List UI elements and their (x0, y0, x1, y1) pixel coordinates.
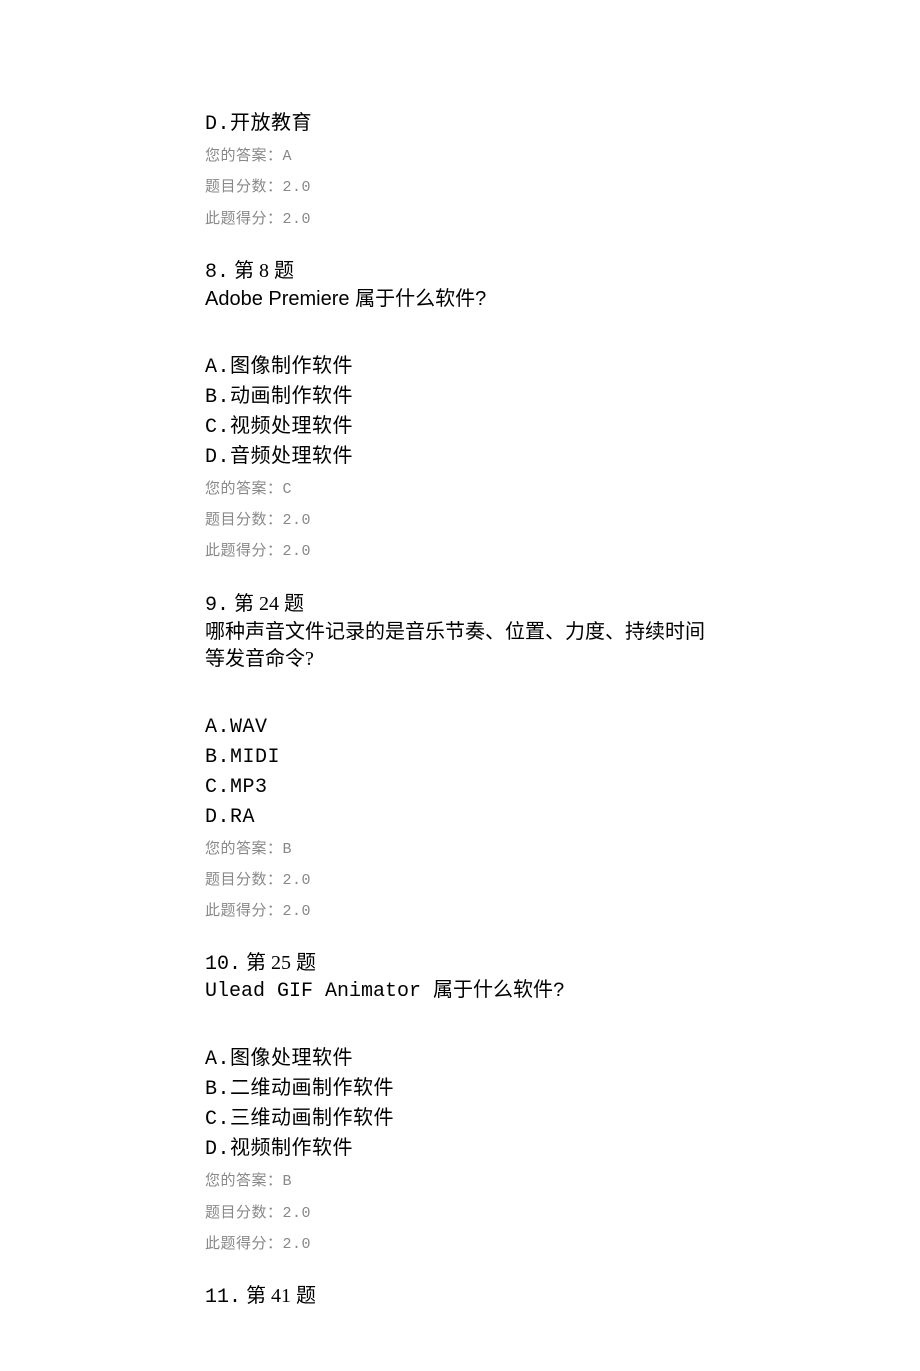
question-number: 9. (205, 594, 229, 617)
answer-label: 您的答案： (205, 148, 283, 164)
earned-score-label: 此题得分： (205, 211, 283, 227)
options-list: A.WAV B.MIDI C.MP3 D.RA (205, 713, 720, 831)
option-label: D. (205, 806, 230, 829)
question-title: 第 8 题 (234, 260, 294, 282)
earned-score-value: 2.0 (283, 543, 312, 560)
question-number: 8. (205, 261, 229, 284)
question-text: 哪种声音文件记录的是音乐节奏、位置、力度、持续时间等发音命令? (205, 619, 720, 673)
answer-value: B (283, 1173, 293, 1190)
earned-score: 此题得分：2.0 (205, 901, 720, 922)
option-text: RA (230, 806, 255, 829)
question-text: Adobe Premiere 属于什么软件? (205, 286, 720, 313)
option-text: 开放教育 (230, 112, 312, 134)
question-text: Ulead GIF Animator 属于什么软件? (205, 978, 720, 1005)
answer-label: 您的答案： (205, 481, 283, 497)
option-text: 二维动画制作软件 (230, 1077, 394, 1099)
document-page: D.开放教育 您的答案：A 题目分数：2.0 此题得分：2.0 8. 第 8 题… (0, 0, 920, 1371)
option-label: B. (205, 386, 230, 409)
question-score: 题目分数：2.0 (205, 177, 720, 198)
option-text: 动画制作软件 (230, 385, 353, 407)
question-score-value: 2.0 (283, 179, 312, 196)
answer-meta-block: 您的答案：C 题目分数：2.0 此题得分：2.0 (205, 479, 720, 563)
question-score-value: 2.0 (283, 1205, 312, 1222)
option-label: B. (205, 746, 230, 769)
answer-value: B (283, 841, 293, 858)
question-header: 9. 第 24 题 (205, 591, 720, 619)
option-text: WAV (230, 716, 268, 739)
question-header: 11. 第 41 题 (205, 1283, 720, 1311)
answer-label: 您的答案： (205, 1173, 283, 1189)
option-text: MIDI (230, 746, 280, 769)
option-c: C.MP3 (205, 773, 720, 801)
question-number: 10. (205, 953, 241, 976)
option-text: 图像制作软件 (230, 355, 353, 377)
option-label: D. (205, 1138, 230, 1161)
option-label: D. (205, 113, 230, 136)
option-a: A.图像制作软件 (205, 353, 720, 381)
question-score: 题目分数：2.0 (205, 870, 720, 891)
option-label: B. (205, 1078, 230, 1101)
question-title: 第 41 题 (246, 1285, 316, 1307)
option-c: C.视频处理软件 (205, 413, 720, 441)
options-list: A.图像制作软件 B.动画制作软件 C.视频处理软件 D.音频处理软件 (205, 353, 720, 471)
option-label: A. (205, 356, 230, 379)
answer-meta-block: 您的答案：A 题目分数：2.0 此题得分：2.0 (205, 146, 720, 230)
option-d: D.开放教育 (205, 110, 720, 138)
option-d: D.视频制作软件 (205, 1135, 720, 1163)
option-text: 音频处理软件 (230, 445, 353, 467)
option-c: C.三维动画制作软件 (205, 1105, 720, 1133)
question-header: 10. 第 25 题 (205, 950, 720, 978)
question-score-value: 2.0 (283, 512, 312, 529)
answer-value: A (283, 148, 293, 165)
option-text: MP3 (230, 776, 268, 799)
options-list: A.图像处理软件 B.二维动画制作软件 C.三维动画制作软件 D.视频制作软件 (205, 1045, 720, 1163)
answer-value: C (283, 481, 293, 498)
option-b: B.MIDI (205, 743, 720, 771)
option-d: D.音频处理软件 (205, 443, 720, 471)
earned-score-value: 2.0 (283, 903, 312, 920)
option-text: 三维动画制作软件 (230, 1107, 394, 1129)
question-score: 题目分数：2.0 (205, 1203, 720, 1224)
option-label: A. (205, 1048, 230, 1071)
earned-score: 此题得分：2.0 (205, 541, 720, 562)
your-answer: 您的答案：A (205, 146, 720, 167)
answer-meta-block: 您的答案：B 题目分数：2.0 此题得分：2.0 (205, 839, 720, 923)
earned-score-label: 此题得分： (205, 903, 283, 919)
option-text: 视频处理软件 (230, 415, 353, 437)
answer-meta-block: 您的答案：B 题目分数：2.0 此题得分：2.0 (205, 1171, 720, 1255)
question-number: 11. (205, 1286, 241, 1309)
question-score: 题目分数：2.0 (205, 510, 720, 531)
question-header: 8. 第 8 题 (205, 258, 720, 286)
earned-score-value: 2.0 (283, 211, 312, 228)
option-label: C. (205, 416, 230, 439)
question-score-label: 题目分数： (205, 872, 283, 888)
your-answer: 您的答案：C (205, 479, 720, 500)
answer-label: 您的答案： (205, 841, 283, 857)
option-text: 视频制作软件 (230, 1137, 353, 1159)
earned-score: 此题得分：2.0 (205, 209, 720, 230)
option-a: A.图像处理软件 (205, 1045, 720, 1073)
question-score-label: 题目分数： (205, 1205, 283, 1221)
question-score-label: 题目分数： (205, 179, 283, 195)
your-answer: 您的答案：B (205, 839, 720, 860)
earned-score-label: 此题得分： (205, 1236, 283, 1252)
your-answer: 您的答案：B (205, 1171, 720, 1192)
question-score-value: 2.0 (283, 872, 312, 889)
earned-score: 此题得分：2.0 (205, 1234, 720, 1255)
option-label: C. (205, 776, 230, 799)
option-label: C. (205, 1108, 230, 1131)
option-label: A. (205, 716, 230, 739)
earned-score-value: 2.0 (283, 1236, 312, 1253)
question-title: 第 24 题 (234, 593, 304, 615)
option-text: 图像处理软件 (230, 1047, 353, 1069)
question-title: 第 25 题 (246, 952, 316, 974)
option-b: B.动画制作软件 (205, 383, 720, 411)
question-score-label: 题目分数： (205, 512, 283, 528)
option-d: D.RA (205, 803, 720, 831)
option-a: A.WAV (205, 713, 720, 741)
option-label: D. (205, 446, 230, 469)
option-b: B.二维动画制作软件 (205, 1075, 720, 1103)
earned-score-label: 此题得分： (205, 543, 283, 559)
